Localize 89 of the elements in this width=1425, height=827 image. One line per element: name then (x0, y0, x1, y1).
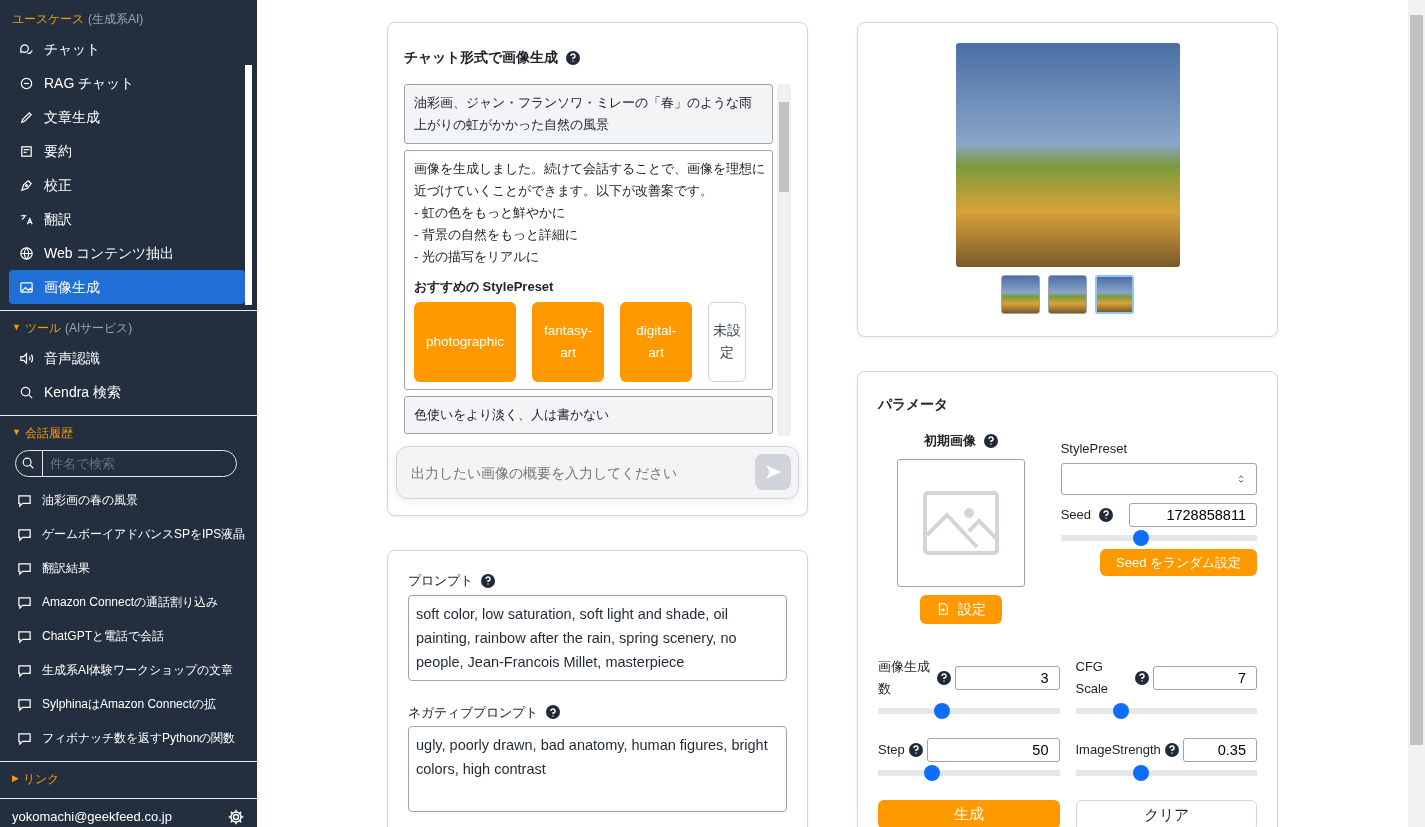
help-icon[interactable] (1164, 742, 1179, 757)
nav-item[interactable]: 要約 (9, 134, 245, 168)
number-field[interactable]: 7 (1152, 665, 1257, 690)
field-label: ネガティブプロンプト (408, 703, 538, 722)
history-item[interactable]: SylphinaはAmazon Connectの拡 (9, 687, 253, 721)
history-item[interactable]: Amazon Connectの通話割り込み (9, 585, 253, 619)
thumbnail[interactable] (1095, 275, 1134, 314)
section-subtitle: (AIサービス) (64, 320, 133, 337)
prompt-field[interactable]: soft color, low saturation, soft light and shade, oil painting, rainbow after the rain, spring scenery, no people, Jean-Francois Millet, masterpiece (408, 594, 787, 681)
style-preset-button[interactable]: 未設定 (708, 302, 747, 382)
thumbnail[interactable] (1048, 275, 1087, 314)
nav-item[interactable]: Kendra 検索 (9, 375, 245, 409)
user-message: 油彩画、ジャン・フランソワ・ミレーの「春」のような雨上がりの虹がかかった自然の風景 (404, 84, 773, 144)
search-field[interactable]: 件名で検索 (15, 450, 237, 477)
speaker-icon (19, 350, 34, 366)
scrollbar[interactable] (777, 84, 791, 436)
number-field[interactable]: 3 (955, 665, 1060, 690)
section-title[interactable]: リンク (22, 770, 59, 788)
user-message: 色使いをより淡く、人は書かない (404, 396, 773, 434)
nav-item[interactable]: Web コンテンツ抽出 (9, 236, 245, 270)
card-title: チャット形式で画像生成 (404, 48, 558, 67)
pencil-icon (19, 109, 34, 125)
field-label: Seed (1060, 505, 1091, 524)
field-label: プロンプト (408, 572, 473, 590)
scrollbar[interactable] (1408, 0, 1425, 827)
nav-item[interactable]: チャット (9, 32, 245, 66)
send-icon (764, 463, 782, 481)
help-icon[interactable] (1134, 670, 1149, 685)
pen-nib-icon (19, 177, 34, 193)
history-item[interactable]: ChatGPTと電話で会話 (9, 619, 253, 653)
search-icon (19, 384, 34, 400)
field-label: ImageStrength (1075, 740, 1161, 759)
search-icon (21, 456, 35, 470)
history-item[interactable]: 生成系AI体験ワークショップの文章 (9, 653, 253, 687)
field-label: CFG Scale (1075, 657, 1110, 698)
help-icon[interactable] (566, 50, 580, 65)
slider-thumb[interactable] (933, 702, 950, 719)
file-icon (936, 602, 951, 616)
thumbnail[interactable] (1001, 275, 1040, 314)
image-icon (923, 490, 1000, 555)
nav-item[interactable]: RAG チャット (9, 66, 245, 100)
clear-button[interactable]: クリア (1075, 799, 1257, 827)
nav-item[interactable]: 音声認識 (9, 341, 245, 375)
section-subtitle: (生成系AI) (88, 11, 144, 28)
help-icon[interactable] (937, 670, 951, 685)
slider-thumb[interactable] (1112, 702, 1129, 719)
image-icon (19, 279, 34, 295)
nav-item[interactable]: 翻訳 (9, 202, 245, 236)
scrollbar[interactable] (245, 65, 252, 305)
field-label: StylePreset (1060, 440, 1129, 458)
message-input[interactable]: 出力したい画像の概要を入力してください (396, 446, 799, 499)
style-preset-select[interactable] (1060, 462, 1257, 495)
help-icon[interactable] (908, 742, 923, 757)
slider-thumb[interactable] (924, 764, 941, 781)
history-item[interactable]: フィボナッチ数を返すPythonの関数 (9, 721, 253, 755)
negative-prompt-field[interactable]: ugly, poorly drawn, bad anatomy, human figures, bright colors, high contrast (408, 726, 787, 812)
message-text: 画像を生成しました。続けて会話することで、画像を理想に近づけていくことができます。以下が改善案です。 - 虹の色をもっと鮮やかに - 背景の自然をもっと詳細に - 光の描写をリアルに (414, 160, 766, 266)
caret-right-icon[interactable]: ▶ (12, 772, 19, 786)
nav-item[interactable]: 校正 (9, 168, 245, 202)
slider-thumb[interactable] (1132, 764, 1149, 781)
field-label: Step (878, 740, 905, 759)
section-title[interactable]: 会話履歴 (24, 424, 73, 442)
presets-heading: おすすめの StylePreset (414, 278, 555, 296)
help-icon[interactable] (984, 433, 999, 448)
nav-item[interactable]: 文章生成 (9, 100, 245, 134)
number-field[interactable]: 0.35 (1182, 737, 1257, 762)
help-icon[interactable] (481, 573, 495, 588)
history-item[interactable]: 油彩画の春の風景 (9, 483, 253, 517)
seed-field[interactable]: 1728858811 (1129, 502, 1257, 527)
number-field[interactable]: 50 (926, 737, 1060, 762)
slider-thumb[interactable] (1133, 529, 1150, 546)
image-dropzone[interactable] (897, 458, 1026, 587)
history-item[interactable]: ゲームボーイアドバンスSPをIPS液晶 (9, 517, 253, 551)
chat-bubbles-icon (19, 41, 34, 57)
help-icon[interactable] (1099, 507, 1113, 522)
note-icon (19, 143, 34, 159)
caret-down-icon[interactable]: ▼ (12, 426, 21, 440)
field-label: 画像生成数 (878, 657, 931, 698)
help-icon[interactable] (546, 705, 560, 720)
section-title[interactable]: ツール (24, 319, 61, 337)
section-title[interactable]: ユースケース (12, 10, 84, 28)
nav-item[interactable]: 画像生成 (9, 270, 245, 304)
field-label: 初期画像 (924, 432, 977, 450)
user-email: yokomachi@geekfeed.co.jp (12, 808, 172, 826)
settings-icon[interactable] (227, 807, 245, 826)
caret-down-icon[interactable]: ▼ (12, 321, 21, 335)
card-title: パラメータ (878, 395, 949, 414)
globe-icon (19, 245, 34, 261)
history-item[interactable]: 翻訳結果 (9, 551, 253, 585)
